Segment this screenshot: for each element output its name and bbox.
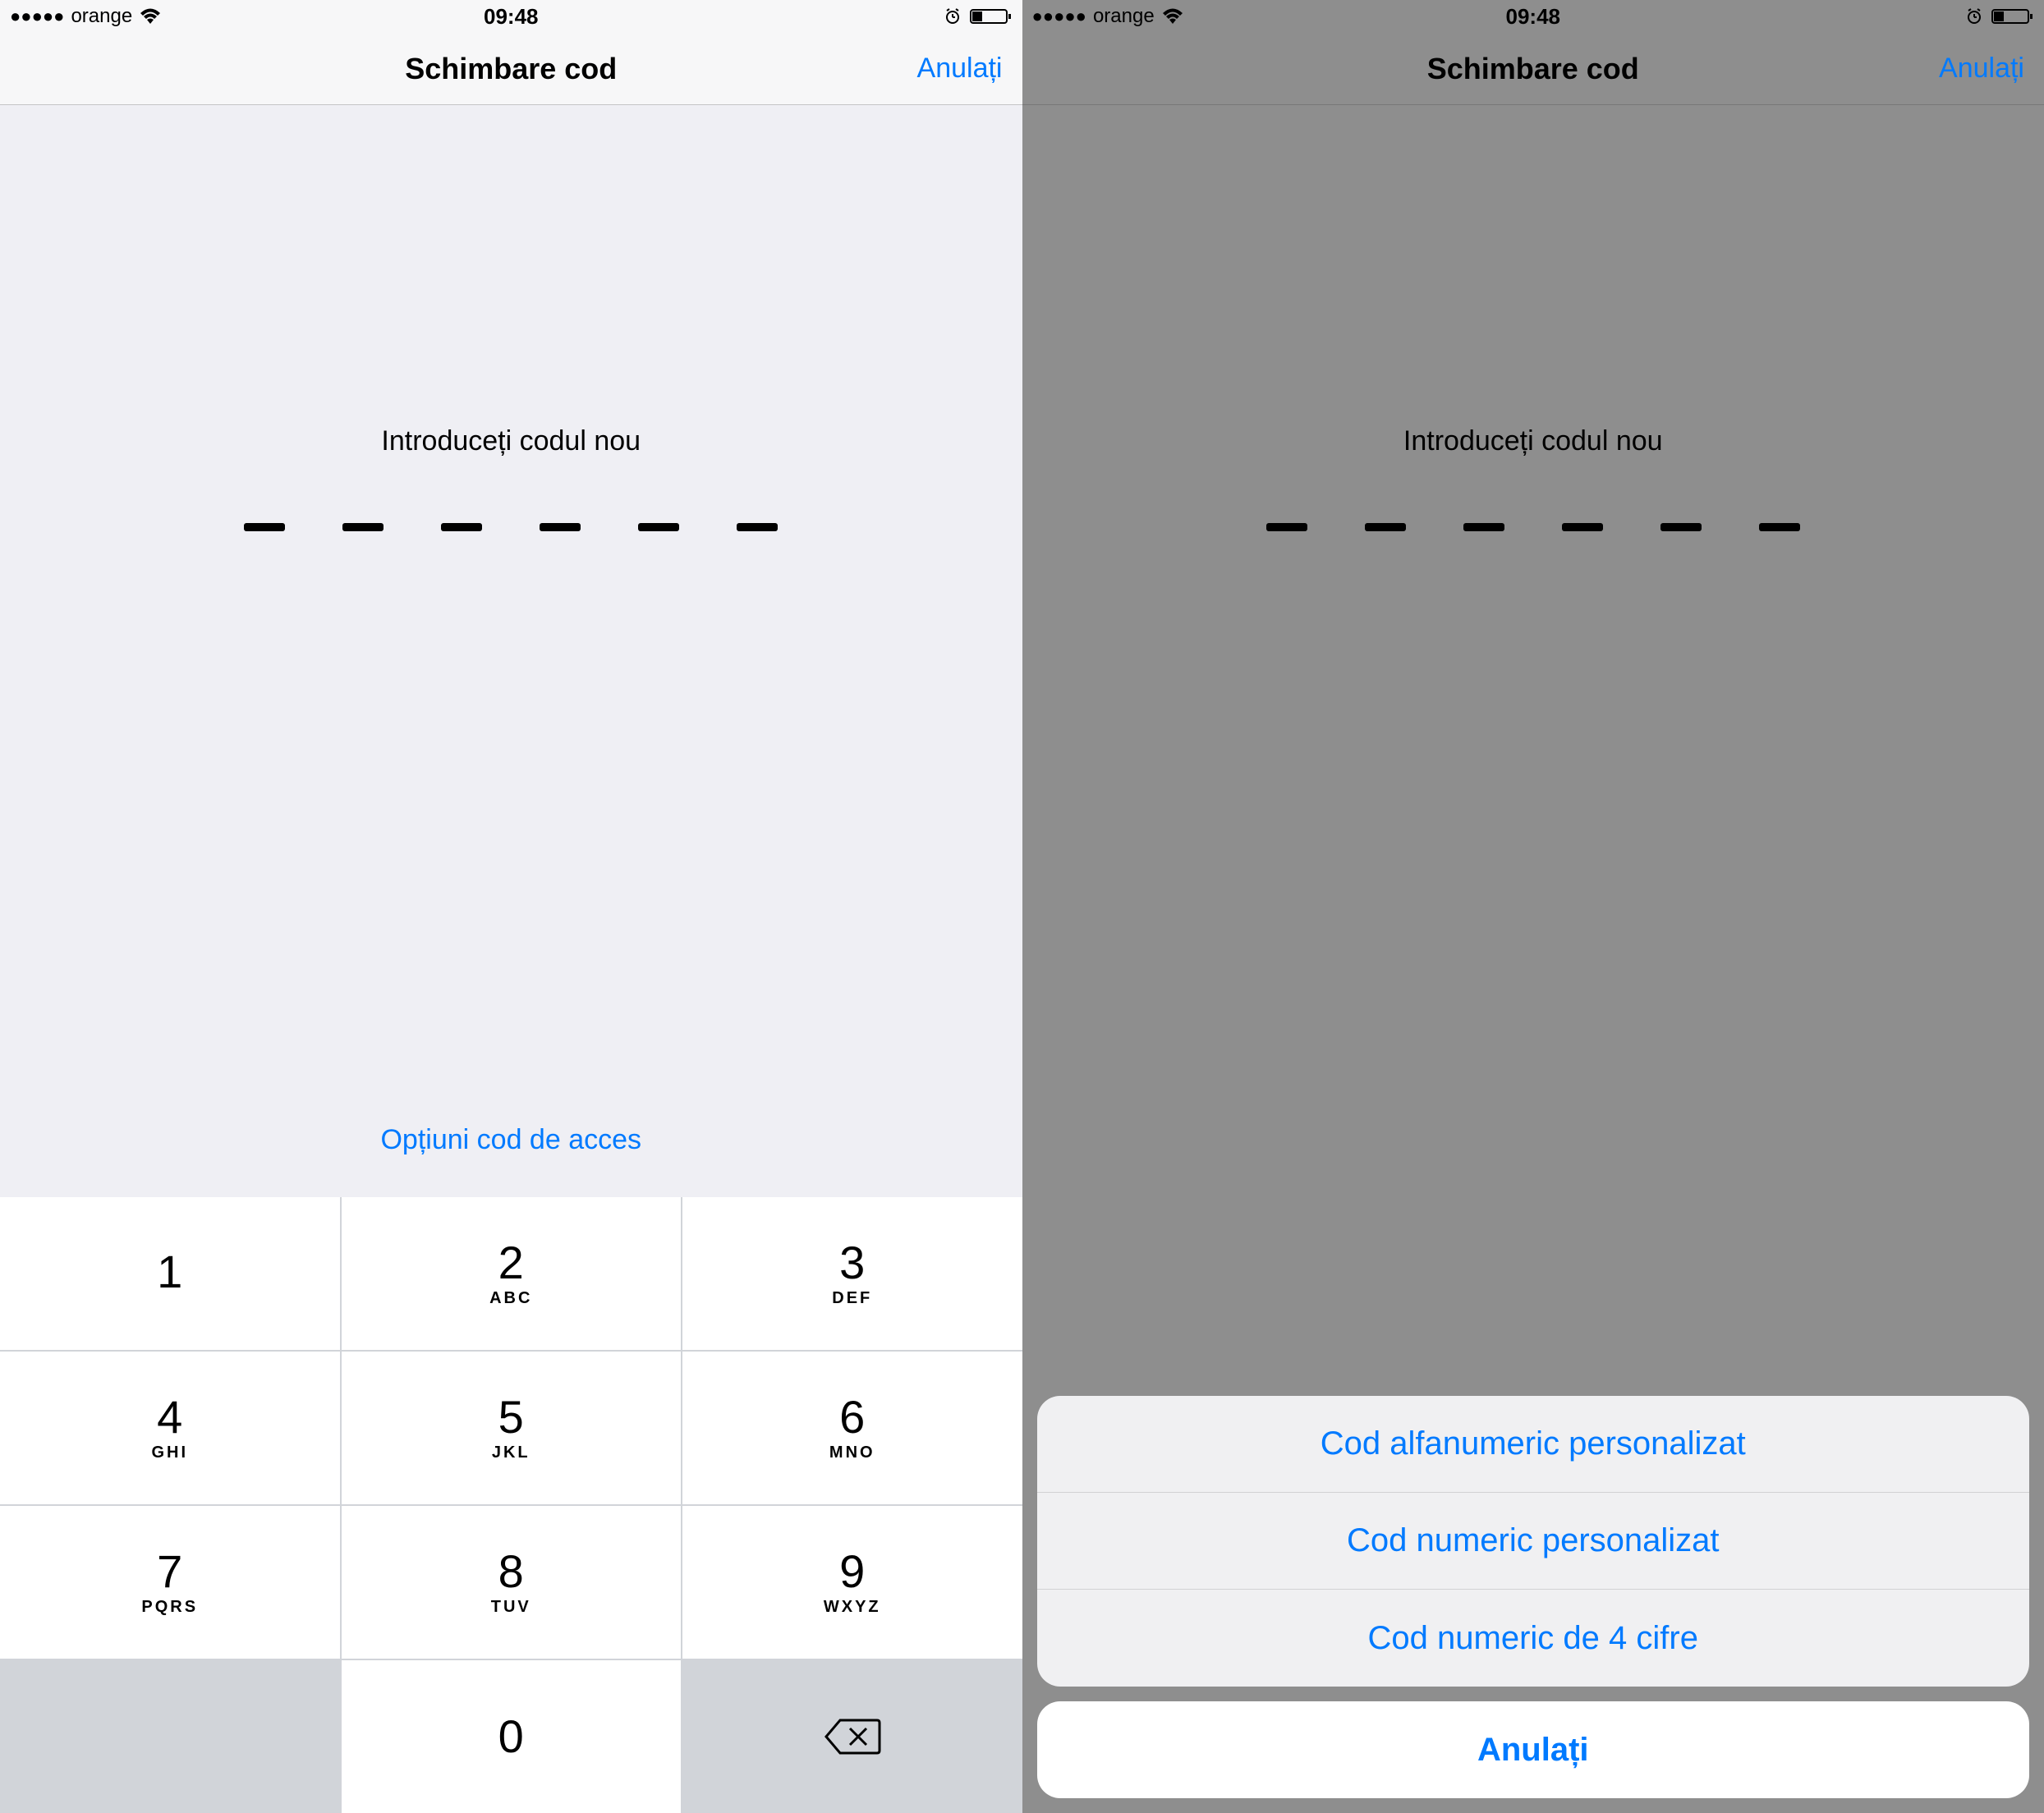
passcode-dash <box>540 523 581 531</box>
key-number: 3 <box>839 1240 865 1286</box>
key-number: 0 <box>498 1714 524 1760</box>
keypad-key-2[interactable]: 2 ABC <box>342 1197 682 1350</box>
passcode-dash <box>1562 523 1603 531</box>
passcode-dash <box>1266 523 1307 531</box>
alarm-icon <box>1965 7 1983 25</box>
content-area: Introduceți codul nou Opțiuni cod de acc… <box>0 105 1022 1197</box>
keypad-key-6[interactable]: 6 MNO <box>682 1352 1022 1504</box>
passcode-dash <box>1759 523 1800 531</box>
passcode-prompt: Introduceți codul nou <box>1403 425 1663 457</box>
action-sheet-item-alphanumeric[interactable]: Cod alfanumeric personalizat <box>1037 1396 2030 1493</box>
key-number: 8 <box>498 1549 524 1595</box>
key-number: 7 <box>157 1549 182 1595</box>
passcode-dash <box>737 523 778 531</box>
keypad-key-0[interactable]: 0 <box>342 1660 682 1813</box>
carrier-label: orange <box>71 5 132 28</box>
battery-icon <box>970 7 1013 25</box>
key-letters: GHI <box>151 1444 188 1462</box>
nav-bar: Schimbare cod Anulați <box>1022 33 2044 105</box>
passcode-dashes <box>244 523 778 531</box>
screen-left: ●●●●● orange 09:48 Schimbare cod Anulați… <box>0 0 1022 1813</box>
wifi-icon <box>139 7 162 25</box>
passcode-dash <box>638 523 679 531</box>
key-letters: WXYZ <box>824 1598 881 1617</box>
keypad-key-8[interactable]: 8 TUV <box>342 1506 682 1659</box>
action-sheet-item-custom-numeric[interactable]: Cod numeric personalizat <box>1037 1493 2030 1590</box>
keypad-key-4[interactable]: 4 GHI <box>0 1352 340 1504</box>
key-number: 9 <box>839 1549 865 1595</box>
alarm-icon <box>944 7 962 25</box>
status-bar: ●●●●● orange 09:48 <box>0 0 1022 33</box>
key-number: 1 <box>157 1249 182 1295</box>
key-letters: JKL <box>492 1444 531 1462</box>
passcode-dash <box>1365 523 1406 531</box>
status-time: 09:48 <box>484 4 539 30</box>
action-sheet-cancel-button[interactable]: Anulați <box>1037 1701 2030 1798</box>
key-letters: ABC <box>489 1289 532 1308</box>
wifi-icon <box>1161 7 1184 25</box>
battery-icon <box>1991 7 2034 25</box>
status-right <box>944 7 1013 25</box>
key-letters: TUV <box>491 1598 531 1617</box>
action-sheet-item-4digit[interactable]: Cod numeric de 4 cifre <box>1037 1590 2030 1687</box>
status-bar: ●●●●● orange 09:48 <box>1022 0 2044 33</box>
signal-dots-icon: ●●●●● <box>10 7 64 25</box>
keypad-key-empty <box>0 1660 340 1813</box>
backspace-icon <box>824 1716 881 1757</box>
status-right <box>1965 7 2034 25</box>
keypad-key-3[interactable]: 3 DEF <box>682 1197 1022 1350</box>
key-number: 2 <box>498 1240 524 1286</box>
nav-cancel-button[interactable]: Anulați <box>917 53 1003 85</box>
passcode-dash <box>441 523 482 531</box>
keypad-key-1[interactable]: 1 <box>0 1197 340 1350</box>
screen-right: ●●●●● orange 09:48 Schimbare cod Anulați… <box>1022 0 2044 1813</box>
key-letters: PQRS <box>141 1598 198 1617</box>
keypad-key-7[interactable]: 7 PQRS <box>0 1506 340 1659</box>
passcode-dash <box>1660 523 1702 531</box>
numeric-keypad: 1 2 ABC 3 DEF 4 GHI 5 JKL 6 MNO 7 PQRS 8 <box>0 1197 1022 1813</box>
status-left: ●●●●● orange <box>10 5 162 28</box>
passcode-dash <box>1463 523 1504 531</box>
status-time: 09:48 <box>1506 4 1561 30</box>
passcode-dashes <box>1266 523 1800 531</box>
nav-bar: Schimbare cod Anulați <box>0 33 1022 105</box>
keypad-key-9[interactable]: 9 WXYZ <box>682 1506 1022 1659</box>
carrier-label: orange <box>1093 5 1155 28</box>
passcode-dash <box>244 523 285 531</box>
key-number: 4 <box>157 1394 182 1440</box>
passcode-dash <box>342 523 384 531</box>
keypad-key-backspace[interactable] <box>682 1660 1022 1813</box>
passcode-options-button[interactable]: Opțiuni cod de acces <box>380 1124 641 1156</box>
action-sheet: Cod alfanumeric personalizat Cod numeric… <box>1022 1381 2044 1813</box>
status-left: ●●●●● orange <box>1032 5 1184 28</box>
key-number: 6 <box>839 1394 865 1440</box>
signal-dots-icon: ●●●●● <box>1032 7 1086 25</box>
key-number: 5 <box>498 1394 524 1440</box>
passcode-prompt: Introduceți codul nou <box>381 425 641 457</box>
key-letters: DEF <box>832 1289 872 1308</box>
key-letters: MNO <box>829 1444 875 1462</box>
action-sheet-group: Cod alfanumeric personalizat Cod numeric… <box>1037 1396 2030 1687</box>
nav-title: Schimbare cod <box>405 52 617 86</box>
nav-title: Schimbare cod <box>1427 52 1639 86</box>
nav-cancel-button[interactable]: Anulați <box>1939 53 2024 85</box>
keypad-key-5[interactable]: 5 JKL <box>342 1352 682 1504</box>
